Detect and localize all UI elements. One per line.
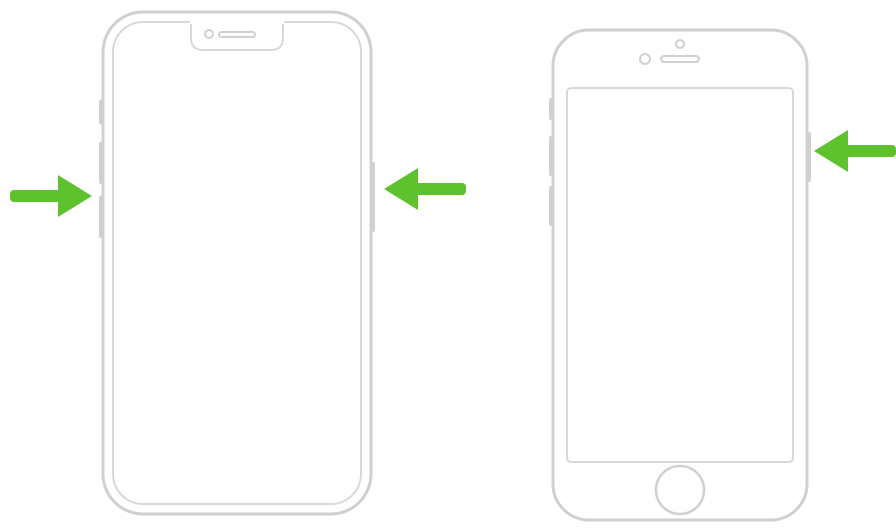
arrow-left-icon xyxy=(384,168,466,210)
iphone-homebutton xyxy=(547,26,813,524)
button-diagram xyxy=(0,0,896,530)
iphone-faceid xyxy=(97,8,377,518)
arrow-right-icon xyxy=(10,175,92,217)
arrow-left-icon xyxy=(814,130,896,172)
